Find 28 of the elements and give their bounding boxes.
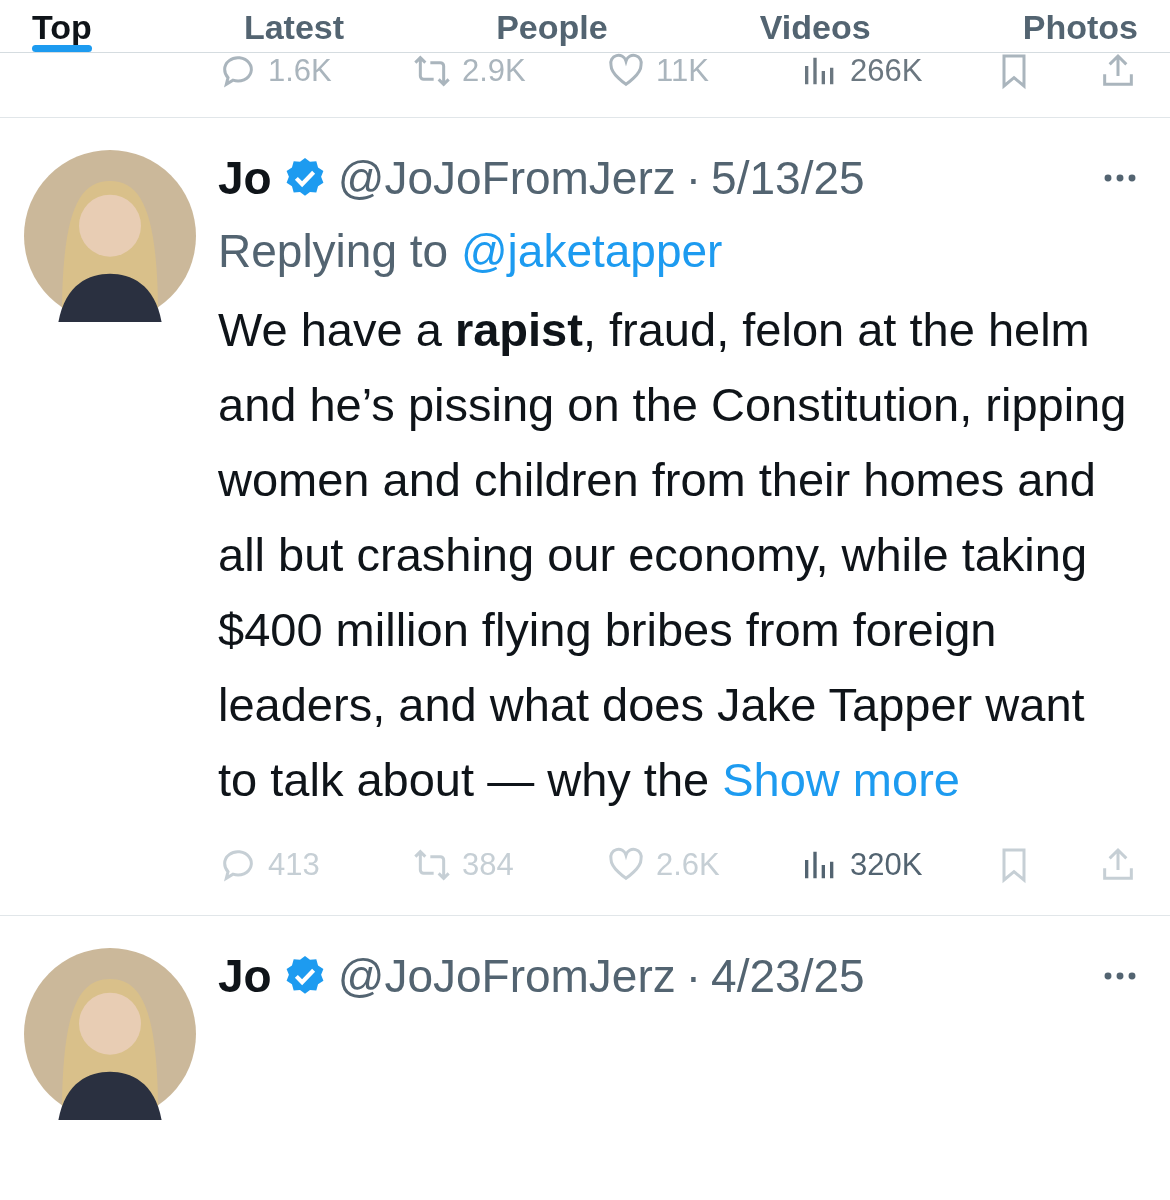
stat-count: 11K: [656, 53, 709, 89]
tab[interactable]: Videos: [759, 0, 871, 52]
more-icon[interactable]: [1102, 970, 1138, 982]
stat-count: 413: [268, 847, 320, 883]
tab[interactable]: Photos: [1022, 0, 1138, 52]
tab[interactable]: Latest: [243, 0, 345, 52]
post-date[interactable]: 5/13/25: [711, 151, 865, 205]
user-handle[interactable]: @JoJoFromJerz: [337, 949, 676, 1003]
stat-count: 2.6K: [656, 847, 720, 883]
separator-dot: ·: [685, 151, 702, 205]
separator-dot: ·: [685, 949, 702, 1003]
tab[interactable]: People: [496, 0, 608, 52]
user-handle[interactable]: @JoJoFromJerz: [337, 151, 676, 205]
stat-count: 266K: [850, 53, 923, 89]
avatar[interactable]: [24, 948, 196, 1120]
avatar[interactable]: [24, 150, 196, 322]
display-name[interactable]: Jo: [218, 151, 272, 205]
stat-count: 2.9K: [462, 53, 526, 89]
stat-count: 384: [462, 847, 514, 883]
post-text: We have a rapist, fraud, felon at the helm and he’s pissing on the Constitution, ripping women and children from their homes and all but crashing our economy, while taking $400 million flying bribes from foreign leaders, and what does Jake Tapper want to talk about — why the Show more: [218, 302, 1128, 808]
tab-indicator: [32, 45, 92, 52]
stat-count: 320K: [850, 847, 923, 883]
post-date[interactable]: 4/23/25: [711, 949, 865, 1003]
stat-count: 1.6K: [268, 53, 332, 89]
tab[interactable]: Top: [32, 0, 92, 52]
more-icon[interactable]: [1102, 172, 1138, 184]
replying-label: Replying to: [218, 225, 449, 277]
display-name[interactable]: Jo: [218, 949, 272, 1003]
